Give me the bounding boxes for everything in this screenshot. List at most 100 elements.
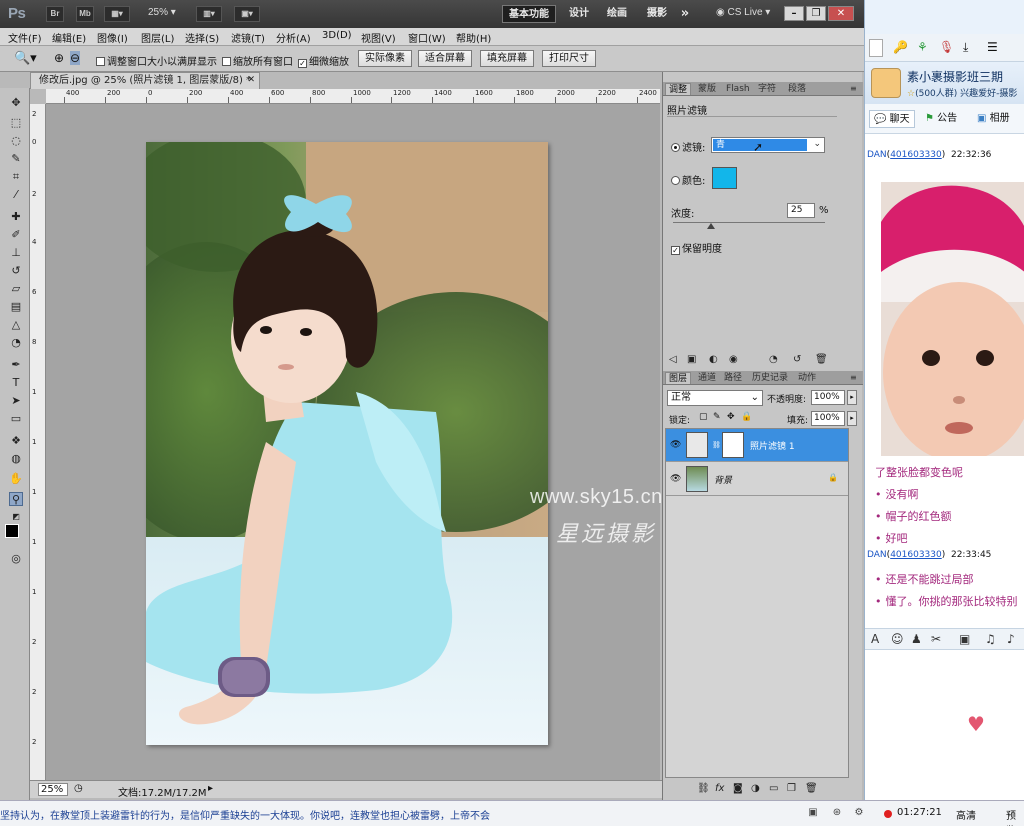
zoom-tool-icon[interactable]: ⚲ — [9, 492, 23, 506]
eye-icon[interactable]: 👁 — [670, 474, 681, 484]
workspace-design[interactable]: 设计 — [566, 5, 592, 23]
menu-layer[interactable]: 图层(L) — [141, 30, 174, 45]
preserve-luminosity-checkbox[interactable]: ✓ 保留明度 — [671, 240, 722, 255]
maximize-icon[interactable]: ❐ — [806, 6, 826, 21]
download-icon[interactable]: ⤓ — [963, 40, 968, 55]
zoom-out-icon[interactable]: ⊖ — [70, 51, 81, 65]
3d-rotate-tool-icon[interactable]: ❖ — [9, 434, 23, 448]
tab-chat[interactable]: 💬 聊天 — [869, 110, 915, 128]
visibility-icon[interactable]: ◉ — [729, 354, 738, 365]
print-size-button[interactable]: 打印尺寸 — [542, 50, 596, 67]
foreground-color-swatch[interactable] — [5, 524, 19, 538]
healing-brush-tool-icon[interactable]: ✚ — [9, 210, 23, 224]
sender-id-link[interactable]: 401603330 — [890, 150, 942, 160]
layer-mask-thumbnail[interactable] — [722, 432, 744, 458]
menu-icon[interactable]: ☰ — [987, 40, 998, 54]
canvas-area[interactable] — [46, 104, 660, 780]
font-icon[interactable]: A — [871, 632, 879, 646]
chat-baby-photo[interactable] — [881, 182, 1024, 456]
zoom-level-dropdown[interactable]: 25% ▾ — [148, 7, 176, 18]
settings-icon[interactable]: ⚙ — [852, 806, 866, 820]
opacity-arrow-icon[interactable]: ▸ — [847, 390, 857, 405]
shape-tool-icon[interactable]: ▭ — [9, 412, 23, 426]
eyedropper-tool-icon[interactable]: ⁄ — [9, 188, 23, 202]
workspace-photography[interactable]: 摄影 — [644, 5, 670, 23]
status-info-arrow-icon[interactable]: ▸ — [208, 783, 213, 794]
menu-help[interactable]: 帮助(H) — [456, 30, 491, 45]
layer-row-background[interactable]: 👁 背景 🔒 — [666, 463, 848, 496]
workspace-essentials[interactable]: 基本功能 — [502, 5, 556, 23]
panel-menu-icon[interactable]: ≡ — [847, 83, 860, 95]
sender-id-link[interactable]: 401603330 — [890, 550, 942, 560]
3d-orbit-tool-icon[interactable]: ◍ — [9, 452, 23, 466]
tab-actions[interactable]: 动作 — [795, 372, 819, 384]
bridge-button[interactable]: Br — [46, 6, 64, 22]
key-icon[interactable]: 🔑 — [893, 40, 908, 54]
filter-radio[interactable]: 滤镜: — [671, 139, 705, 154]
add-mask-icon[interactable]: ◙ — [733, 783, 743, 794]
menu-select[interactable]: 选择(S) — [185, 30, 219, 45]
menu-edit[interactable]: 编辑(E) — [52, 30, 86, 45]
share-icon[interactable]: ⚘ — [917, 40, 928, 54]
preview-button[interactable]: 预览 — [1006, 807, 1024, 826]
fill-input[interactable]: 100% — [811, 411, 845, 426]
layers-menu-icon[interactable]: ≡ — [847, 372, 860, 384]
path-select-tool-icon[interactable]: ➤ — [9, 394, 23, 408]
menu-analysis[interactable]: 分析(A) — [276, 30, 311, 45]
filter-color-swatch[interactable] — [712, 167, 737, 189]
blend-mode-dropdown[interactable]: 正常 ⌄ — [667, 390, 763, 406]
history-brush-tool-icon[interactable]: ↺ — [9, 264, 23, 278]
fill-arrow-icon[interactable]: ▸ — [847, 411, 857, 426]
status-zoom-field[interactable]: 25% — [38, 783, 68, 796]
new-layer-icon[interactable]: ❐ — [787, 783, 796, 794]
status-menu-icon[interactable]: ◷ — [74, 783, 83, 794]
tab-history[interactable]: 历史记录 — [749, 372, 791, 384]
delete-adjustment-icon[interactable]: 🗑 — [815, 354, 828, 365]
new-group-icon[interactable]: ▭ — [769, 783, 778, 794]
music-icon[interactable]: ♫ — [985, 632, 996, 646]
resize-windows-checkbox[interactable]: 调整窗口大小以满屏显示 — [96, 53, 217, 68]
capture-icon[interactable]: ▣ — [806, 806, 820, 820]
workspace-overflow-icon[interactable]: » — [678, 5, 692, 23]
image-icon[interactable]: ▣ — [959, 632, 970, 646]
previous-state-icon[interactable]: ◔ — [769, 354, 778, 365]
tab-masks[interactable]: 蒙版 — [695, 83, 719, 95]
brush-tool-icon[interactable]: ✐ — [9, 228, 23, 242]
type-tool-icon[interactable]: T — [9, 376, 23, 390]
workspace-painting[interactable]: 绘画 — [604, 5, 630, 23]
tab-character[interactable]: 字符 — [755, 83, 779, 95]
mic-icon[interactable]: 🎙 — [939, 40, 954, 54]
default-colors-icon[interactable]: ◩ — [9, 510, 23, 524]
lock-transparency-icon[interactable]: ▢ — [699, 412, 708, 422]
menu-image[interactable]: 图像(I) — [97, 30, 128, 45]
quick-select-tool-icon[interactable]: ✎ — [9, 152, 23, 166]
clone-stamp-tool-icon[interactable]: ⊥ — [9, 246, 23, 260]
screenshot-icon[interactable]: ✂ — [931, 632, 941, 646]
tab-adjustments[interactable]: 调整 — [665, 83, 692, 95]
tab-close-icon[interactable]: ✕ — [247, 73, 255, 88]
minimize-icon[interactable]: – — [784, 6, 804, 21]
tab-announcement[interactable]: ⚑ 公告 — [925, 110, 957, 128]
new-adjustment-icon[interactable]: ◑ — [751, 783, 760, 794]
crop-tool-icon[interactable]: ⌗ — [9, 170, 23, 184]
hand-tool-icon[interactable]: ✋ — [9, 472, 23, 486]
menu-file[interactable]: 文件(F) — [8, 30, 42, 45]
emoji-icon[interactable]: ☺ — [891, 632, 904, 646]
note-icon[interactable]: ♪ — [1007, 632, 1015, 646]
lock-all-icon[interactable]: 🔒 — [741, 412, 752, 422]
abp-icon[interactable]: ⊛ — [830, 806, 844, 820]
dodge-tool-icon[interactable]: ◔ — [9, 336, 23, 350]
fill-screen-button[interactable]: 填充屏幕 — [480, 50, 534, 67]
clip-to-layer-icon[interactable]: ◐ — [709, 354, 718, 365]
marquee-tool-icon[interactable]: ⬚ — [9, 116, 23, 130]
reset-icon[interactable]: ↺ — [793, 354, 801, 365]
eye-icon[interactable]: 👁 — [670, 440, 681, 450]
chat-input-area[interactable]: ♥ — [865, 650, 1024, 800]
lock-pixels-icon[interactable]: ✎ — [713, 412, 721, 422]
lock-position-icon[interactable]: ✥ — [727, 412, 735, 422]
tab-layers[interactable]: 图层 — [665, 372, 692, 384]
density-slider-track[interactable] — [673, 222, 825, 223]
tab-flash[interactable]: Flash — [723, 83, 753, 95]
expand-view-icon[interactable]: ▣ — [687, 354, 696, 365]
group-avatar[interactable] — [871, 68, 901, 98]
